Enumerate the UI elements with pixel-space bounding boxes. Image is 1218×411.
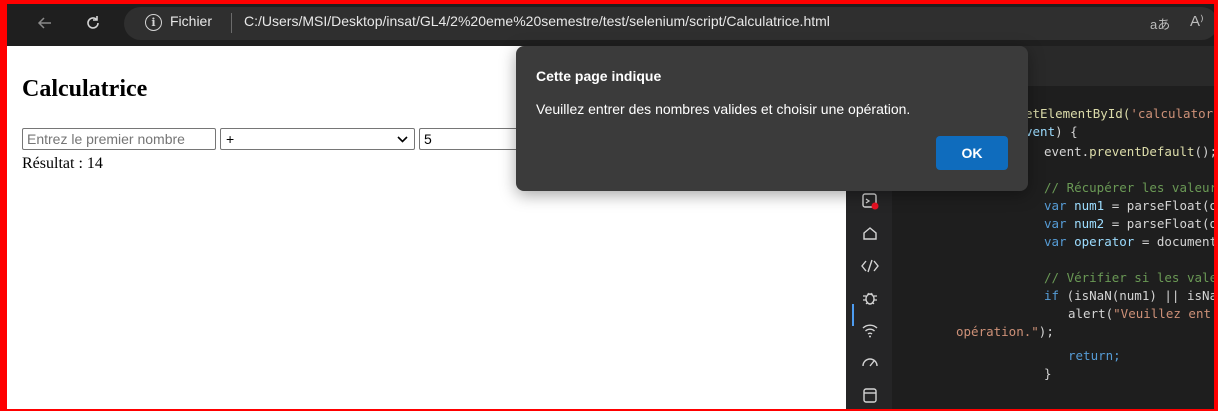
code-comment: // Récupérer les valeur xyxy=(1044,180,1218,195)
dialog-title: Cette page indique xyxy=(536,68,662,84)
code-line: return; xyxy=(1068,348,1121,363)
scheme-label: Fichier xyxy=(170,13,213,29)
code-comment: // Vérifier si les vale xyxy=(1044,270,1218,285)
url-text[interactable]: C:/Users/MSI/Desktop/insat/GL4/2%20eme%2… xyxy=(244,13,830,29)
code-line: alert("Veuillez ent xyxy=(1068,306,1211,321)
code-line: etElementById('calculator xyxy=(1025,106,1214,121)
code-line: vent) { xyxy=(1025,124,1078,139)
result-text: Résultat : 14 xyxy=(22,155,103,172)
text-size-icon[interactable]: A⁾ xyxy=(1190,12,1204,30)
refresh-icon[interactable] xyxy=(78,8,108,38)
code-line: var operator = document xyxy=(1044,234,1218,249)
code-line: var num1 = parseFloat(d xyxy=(1044,198,1218,213)
operator-select[interactable]: + xyxy=(220,128,415,150)
browser-toolbar: i Fichier C:/Users/MSI/Desktop/insat/GL4… xyxy=(0,0,1218,46)
dialog-message: Veuillez entrer des nombres valides et c… xyxy=(536,101,911,117)
second-number-input[interactable] xyxy=(419,128,519,150)
code-line: event.preventDefault(); xyxy=(1044,144,1218,159)
code-line: if (isNaN(num1) || isNa xyxy=(1044,288,1218,303)
back-arrow-icon[interactable] xyxy=(30,8,60,38)
code-line: opération."); xyxy=(956,324,1054,339)
first-number-input[interactable] xyxy=(22,128,216,150)
chevron-down-icon xyxy=(397,130,408,148)
code-line: } xyxy=(1044,366,1052,381)
page-title: Calculatrice xyxy=(22,76,148,102)
code-line: var num2 = parseFloat(d xyxy=(1044,216,1218,231)
ok-button[interactable]: OK xyxy=(936,136,1008,170)
alert-dialog: Cette page indique Veuillez entrer des n… xyxy=(516,46,1028,191)
operator-selected-value: + xyxy=(226,131,235,147)
read-aloud-icon[interactable]: aあ xyxy=(1150,14,1170,33)
info-icon[interactable]: i xyxy=(145,14,162,31)
address-separator xyxy=(231,13,232,33)
